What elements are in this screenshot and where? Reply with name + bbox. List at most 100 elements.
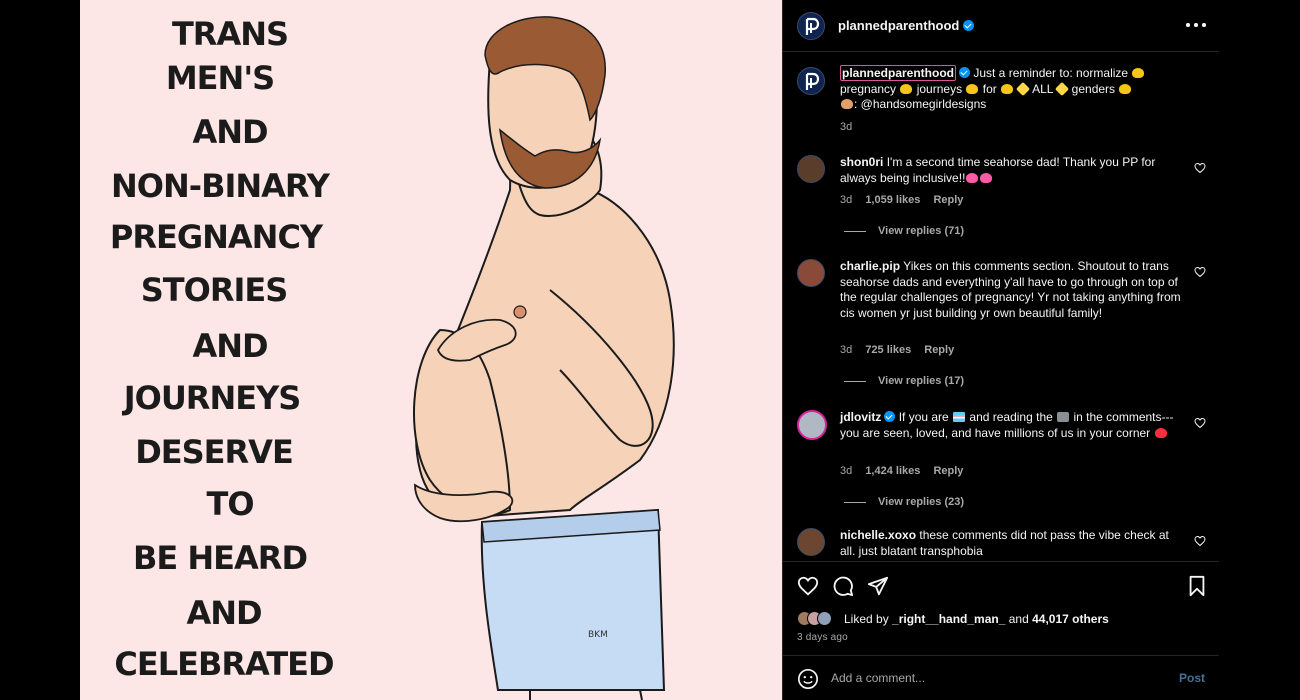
- comments-list[interactable]: plannedparenthood Just a reminder to: no…: [783, 53, 1219, 561]
- like-comment-heart-icon[interactable]: [1194, 535, 1206, 547]
- clapping-hands-icon: [900, 83, 913, 94]
- like-comment-heart-icon[interactable]: [1194, 266, 1206, 278]
- pink-heart-icon: [966, 172, 979, 183]
- bookmark-save-icon[interactable]: [1187, 575, 1207, 597]
- emoji-smiley-icon[interactable]: [797, 668, 819, 690]
- comment-username[interactable]: nichelle.xoxo: [840, 528, 916, 542]
- reply-button[interactable]: Reply: [933, 465, 963, 477]
- artwork-text-line: PREGNANCY: [109, 218, 323, 256]
- artwork-text-line: JOURNEYS: [123, 379, 302, 417]
- likes-user[interactable]: _right__hand_man_: [892, 612, 1005, 626]
- like-comment-heart-icon[interactable]: [1194, 417, 1206, 429]
- header-username[interactable]: plannedparenthood: [838, 18, 959, 33]
- artwork-text-line: BE HEARD: [133, 539, 308, 577]
- comment: nichelle.xoxo these comments did not pas…: [797, 527, 1207, 561]
- caption-text-part: Just a reminder to: normalize: [973, 66, 1132, 80]
- comment: shon0ri I'm a second time seahorse dad! …: [797, 154, 1207, 244]
- post-comment-button[interactable]: Post: [1179, 671, 1205, 685]
- pink-heart-icon: [980, 172, 993, 183]
- comment-time: 3d: [840, 344, 853, 356]
- clapping-hands-icon: [1132, 68, 1145, 78]
- caption-text-part: pregnancy: [840, 81, 900, 96]
- caption-username[interactable]: plannedparenthood: [840, 65, 956, 81]
- comment-body: If you are: [898, 410, 953, 424]
- avatar[interactable]: [797, 410, 827, 440]
- like-comment-heart-icon[interactable]: [1194, 162, 1206, 174]
- verified-badge-icon: [884, 411, 896, 422]
- caption-text-part[interactable]: : @handsomegirldesigns: [854, 97, 986, 111]
- post-header: plannedparenthood: [783, 0, 1219, 52]
- verified-badge-icon: [963, 20, 974, 31]
- artwork-text-line: STORIES: [140, 271, 289, 309]
- avatar[interactable]: [797, 528, 825, 556]
- comment-body: and reading the: [966, 410, 1057, 424]
- comment-text: nichelle.xoxo these comments did not pas…: [840, 528, 1185, 559]
- artwork-text-line: AND: [192, 327, 268, 365]
- red-heart-icon: [1154, 427, 1167, 438]
- comment-likes[interactable]: 1,059 likes: [865, 194, 920, 206]
- transgender-flag-icon: [953, 412, 966, 422]
- caption-time: 3d: [840, 121, 853, 133]
- reply-button[interactable]: Reply: [933, 194, 963, 206]
- comment-username[interactable]: jdlovitz: [840, 410, 881, 424]
- trash-can-icon: [1057, 412, 1070, 422]
- planned-parenthood-logo-icon: [805, 72, 820, 90]
- reply-button[interactable]: Reply: [924, 344, 954, 356]
- like-heart-icon[interactable]: [797, 575, 819, 597]
- add-comment-input[interactable]: [831, 666, 1161, 690]
- view-replies-button[interactable]: View replies (71): [844, 225, 964, 237]
- avatar[interactable]: [797, 67, 825, 95]
- add-comment-bar: Post: [783, 655, 1219, 700]
- clapping-hands-icon: [966, 83, 979, 94]
- likes-count[interactable]: 44,017 others: [1032, 612, 1109, 626]
- artwork-text-line: MEN'S: [165, 59, 275, 97]
- artwork-text-line: DESERVE: [135, 433, 294, 471]
- caption-text-part: journeys: [913, 81, 966, 96]
- post-actions: Liked by _right__hand_man_ and 44,017 ot…: [783, 561, 1219, 655]
- verified-badge-icon: [959, 67, 970, 78]
- comment-meta: 3d 1,424 likes Reply: [840, 465, 963, 477]
- artwork-text-line: CELEBRATED: [114, 645, 334, 683]
- comment-text: jdlovitz If you are and reading the in t…: [840, 410, 1185, 441]
- comment-username[interactable]: charlie.pip: [840, 259, 900, 273]
- avatar[interactable]: [797, 259, 825, 287]
- comment: jdlovitz If you are and reading the in t…: [797, 409, 1207, 519]
- likes-prefix: Liked by: [844, 612, 893, 626]
- likes-summary: Liked by _right__hand_man_ and 44,017 ot…: [844, 612, 1109, 626]
- comment-username[interactable]: shon0ri: [840, 155, 883, 169]
- comment-text: shon0ri I'm a second time seahorse dad! …: [840, 155, 1180, 186]
- more-options-icon[interactable]: [1185, 18, 1207, 32]
- view-replies-button[interactable]: View replies (17): [844, 375, 964, 387]
- artwork-text-line: TO: [206, 485, 254, 523]
- likes-middle: and: [1005, 612, 1033, 626]
- artist-signature: BKM: [588, 630, 608, 640]
- view-replies-button[interactable]: View replies (23): [844, 496, 964, 508]
- avatar: [817, 611, 832, 626]
- comment-bubble-icon[interactable]: [832, 575, 854, 597]
- post-image[interactable]: TRANS MEN'S AND NON-BINARY PREGNANCY STO…: [80, 0, 782, 700]
- avatar[interactable]: [797, 155, 825, 183]
- comment-body: I'm a second time seahorse dad! Thank yo…: [840, 155, 1156, 185]
- comment-likes[interactable]: 1,424 likes: [865, 465, 920, 477]
- post-sidebar: plannedparenthood plannedparenthood Just…: [782, 0, 1219, 700]
- comment-likes[interactable]: 725 likes: [865, 344, 911, 356]
- caption-text-part: for: [979, 81, 1001, 96]
- clapping-hands-icon: [1001, 83, 1014, 94]
- clapping-hands-icon: [1119, 83, 1132, 94]
- artwork-text-line: AND: [192, 113, 268, 151]
- caption-text: plannedparenthood Just a reminder to: no…: [840, 65, 1170, 113]
- planned-parenthood-logo-icon: [805, 17, 820, 35]
- artwork-text-line: AND: [186, 594, 262, 632]
- comment-text: charlie.pip Yikes on this comments secti…: [840, 259, 1185, 322]
- comment-time: 3d: [840, 465, 853, 477]
- comment-meta: 3d 1,059 likes Reply: [840, 194, 963, 206]
- artist-palette-icon: [841, 99, 853, 110]
- artwork-text-line: NON-BINARY: [111, 167, 330, 205]
- caption-text-part: genders: [1068, 81, 1119, 96]
- artwork-text-line: TRANS: [171, 15, 289, 53]
- share-send-icon[interactable]: [867, 575, 889, 597]
- caption-text-part: ALL: [1029, 81, 1057, 96]
- post-time-ago: 3 days ago: [797, 632, 848, 643]
- comment-time: 3d: [840, 194, 853, 206]
- avatar[interactable]: [797, 12, 825, 40]
